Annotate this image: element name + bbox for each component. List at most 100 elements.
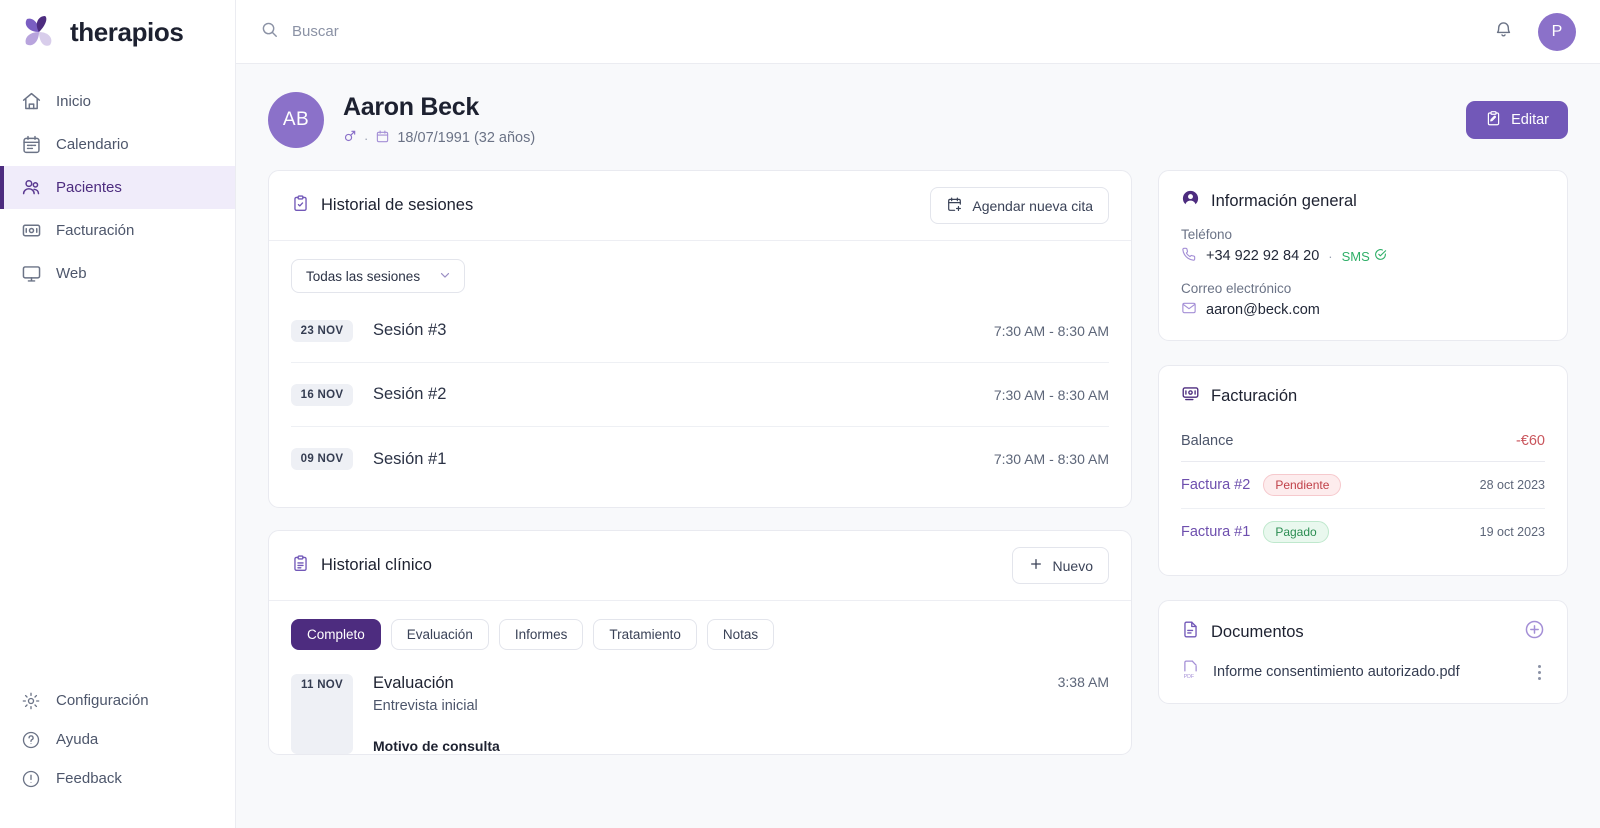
edit-patient-button[interactable]: Editar bbox=[1466, 101, 1568, 139]
top-bar: P bbox=[236, 0, 1600, 64]
plus-icon bbox=[1028, 556, 1044, 575]
tab-tratamiento[interactable]: Tratamiento bbox=[593, 619, 697, 650]
session-time: 7:30 AM - 8:30 AM bbox=[994, 323, 1109, 339]
secondary-nav: Configuración Ayuda Feedback bbox=[0, 681, 235, 828]
sidebar-item-feedback[interactable]: Feedback bbox=[0, 759, 235, 798]
brand-name: therapios bbox=[70, 17, 183, 48]
balance-amount: -€60 bbox=[1516, 433, 1545, 449]
sessions-card: Historial de sesiones Agendar nueva cita bbox=[268, 170, 1132, 508]
general-info-header: Información general bbox=[1159, 171, 1567, 213]
documents-card-title-label: Documentos bbox=[1211, 623, 1304, 642]
patient-meta: Aaron Beck · 18/07/1991 (32 años) bbox=[343, 93, 1466, 148]
clinical-history-tabs: Completo Evaluación Informes Tratamiento… bbox=[269, 601, 1131, 650]
table-row[interactable]: 09 NOV Sesión #1 7:30 AM - 8:30 AM bbox=[291, 427, 1109, 491]
email-label: Correo electrónico bbox=[1181, 281, 1545, 296]
calendar-icon bbox=[20, 134, 42, 156]
therapios-petals-logo-icon bbox=[20, 13, 58, 51]
brand-logo[interactable]: therapios bbox=[0, 0, 235, 64]
sidebar-item-inicio[interactable]: Inicio bbox=[0, 80, 235, 123]
mail-icon bbox=[1181, 300, 1197, 320]
new-record-button[interactable]: Nuevo bbox=[1012, 547, 1109, 584]
tab-completo[interactable]: Completo bbox=[291, 619, 381, 650]
sessions-list: 23 NOV Sesión #3 7:30 AM - 8:30 AM 16 NO… bbox=[269, 299, 1131, 507]
email-value-row: aaron@beck.com bbox=[1181, 300, 1545, 320]
session-date-chip: 23 NOV bbox=[291, 320, 353, 342]
sidebar-item-pacientes[interactable]: Pacientes bbox=[0, 166, 235, 209]
exclamation-circle-icon bbox=[20, 768, 42, 790]
general-info-title-label: Información general bbox=[1211, 192, 1357, 211]
tab-notas[interactable]: Notas bbox=[707, 619, 774, 650]
billing-card-title: Facturación bbox=[1181, 384, 1297, 408]
status-badge: Pagado bbox=[1263, 521, 1328, 543]
sidebar-item-web[interactable]: Web bbox=[0, 252, 235, 295]
gear-icon bbox=[20, 690, 42, 712]
list-item[interactable]: Factura #1 Pagado 19 oct 2023 bbox=[1181, 509, 1545, 555]
calendar-small-icon bbox=[375, 129, 390, 148]
monitor-icon bbox=[20, 263, 42, 285]
general-info-body: Teléfono +34 922 92 84 20 · SMS bbox=[1159, 213, 1567, 340]
list-item[interactable]: Factura #2 Pendiente 28 oct 2023 bbox=[1181, 462, 1545, 509]
clinical-entry-title: Evaluación bbox=[373, 674, 1058, 693]
user-avatar[interactable]: P bbox=[1538, 13, 1576, 51]
schedule-appointment-label: Agendar nueva cita bbox=[972, 198, 1093, 214]
sidebar-item-configuracion[interactable]: Configuración bbox=[0, 681, 235, 720]
clinical-history-title-label: Historial clínico bbox=[321, 556, 432, 575]
clinical-entry-time: 3:38 AM bbox=[1058, 674, 1109, 754]
search-input[interactable] bbox=[292, 23, 692, 40]
plus-circle-icon[interactable] bbox=[1524, 619, 1545, 645]
list-item[interactable]: PDF Informe consentimiento autorizado.pd… bbox=[1159, 645, 1567, 703]
sessions-filter-select[interactable]: Todas las sesiones bbox=[291, 259, 465, 293]
sidebar-item-calendario[interactable]: Calendario bbox=[0, 123, 235, 166]
user-circle-icon bbox=[1181, 189, 1200, 213]
clipboard-medical-icon bbox=[291, 554, 310, 578]
tab-evaluacion[interactable]: Evaluación bbox=[391, 619, 489, 650]
bell-icon[interactable] bbox=[1493, 19, 1514, 45]
page-title: Aaron Beck bbox=[343, 93, 1466, 122]
sessions-filter-row: Todas las sesiones bbox=[269, 241, 1131, 299]
session-title: Sesión #1 bbox=[373, 450, 994, 469]
sidebar-item-label: Feedback bbox=[56, 770, 122, 787]
sidebar-item-label: Configuración bbox=[56, 692, 149, 709]
sidebar-item-label: Ayuda bbox=[56, 731, 98, 748]
right-column: Información general Teléfono +34 9 bbox=[1158, 170, 1568, 704]
phone-number: +34 922 92 84 20 bbox=[1206, 248, 1319, 264]
question-circle-icon bbox=[20, 729, 42, 751]
sidebar: therapios Inicio Calendario Pacientes bbox=[0, 0, 236, 828]
sidebar-item-ayuda[interactable]: Ayuda bbox=[0, 720, 235, 759]
clinical-entry-subtitle: Entrevista inicial bbox=[373, 698, 1058, 714]
status-badge: Pendiente bbox=[1263, 474, 1341, 496]
table-row[interactable]: 23 NOV Sesión #3 7:30 AM - 8:30 AM bbox=[291, 299, 1109, 363]
patient-birthdate: 18/07/1991 (32 años) bbox=[397, 130, 535, 146]
general-info-card: Información general Teléfono +34 9 bbox=[1158, 170, 1568, 341]
separator-dot: · bbox=[364, 131, 368, 146]
billing-card: Facturación Balance -€60 Factura #2 Pend… bbox=[1158, 365, 1568, 576]
top-bar-actions: P bbox=[1493, 13, 1576, 51]
tab-informes[interactable]: Informes bbox=[499, 619, 584, 650]
avatar-initial: P bbox=[1552, 23, 1563, 41]
phone-icon bbox=[1181, 246, 1197, 266]
sidebar-item-label: Inicio bbox=[56, 93, 91, 110]
phone-field: Teléfono +34 922 92 84 20 · SMS bbox=[1181, 227, 1545, 266]
documents-card-title: Documentos bbox=[1181, 620, 1304, 644]
clinical-history-header: Historial clínico Nuevo bbox=[269, 531, 1131, 601]
page-scroll-area[interactable]: AB Aaron Beck · 18/07/1991 (32 años) bbox=[236, 64, 1600, 828]
table-row[interactable]: 16 NOV Sesión #2 7:30 AM - 8:30 AM bbox=[291, 363, 1109, 427]
search-icon bbox=[260, 20, 279, 44]
billing-card-title-label: Facturación bbox=[1211, 387, 1297, 406]
edit-clipboard-icon bbox=[1485, 110, 1502, 131]
clinical-entry[interactable]: 11 NOV Evaluación Entrevista inicial Mot… bbox=[269, 650, 1131, 754]
primary-nav: Inicio Calendario Pacientes Facturación bbox=[0, 80, 235, 295]
invoice-name[interactable]: Factura #1 bbox=[1181, 524, 1250, 540]
invoice-name[interactable]: Factura #2 bbox=[1181, 477, 1250, 493]
users-icon bbox=[20, 177, 42, 199]
sidebar-item-facturacion[interactable]: Facturación bbox=[0, 209, 235, 252]
sidebar-item-label: Calendario bbox=[56, 136, 129, 153]
new-record-label: Nuevo bbox=[1053, 558, 1093, 574]
session-date-chip: 16 NOV bbox=[291, 384, 353, 406]
schedule-appointment-button[interactable]: Agendar nueva cita bbox=[930, 187, 1109, 224]
sidebar-item-label: Facturación bbox=[56, 222, 134, 239]
session-time: 7:30 AM - 8:30 AM bbox=[994, 451, 1109, 467]
patient-header: AB Aaron Beck · 18/07/1991 (32 años) bbox=[236, 64, 1600, 170]
general-info-title: Información general bbox=[1181, 189, 1357, 213]
kebab-menu-icon[interactable] bbox=[1534, 661, 1545, 684]
